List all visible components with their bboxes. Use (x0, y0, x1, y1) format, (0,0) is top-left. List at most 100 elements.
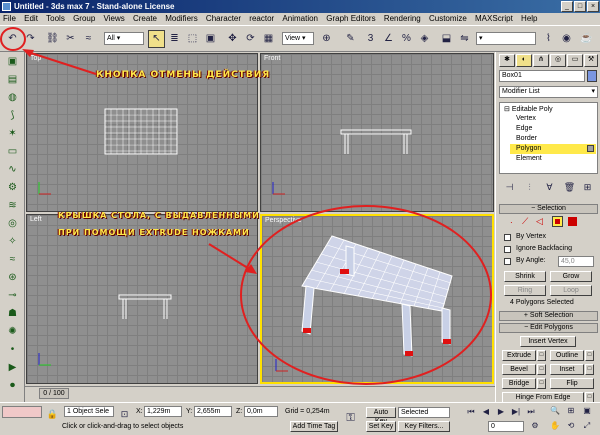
spinner-snap-icon[interactable]: ◈ (416, 30, 433, 48)
extrude-settings-icon[interactable]: □ (537, 350, 546, 361)
mirror-icon[interactable]: ⇋ (456, 30, 473, 48)
stack-item-vertex[interactable]: Vertex (516, 115, 536, 122)
water-icon[interactable]: ≈ (4, 252, 21, 268)
modifier-list-dropdown[interactable]: Modifier List ▾ (499, 86, 598, 98)
outline-button[interactable]: Outline (550, 350, 584, 361)
key-filters-button[interactable]: Key Filters... (398, 421, 450, 432)
zoom-extents-icon[interactable]: ▣ (580, 405, 594, 417)
object-name-field[interactable]: Box01 (499, 70, 585, 82)
by-angle-spinner[interactable]: 45,0 (558, 256, 594, 267)
zoom-icon[interactable]: 🔍 (548, 405, 562, 417)
wind-icon[interactable]: ≋ (4, 198, 21, 214)
modify-tab-icon[interactable]: ◐ (516, 54, 532, 67)
soft-body-icon[interactable]: ◍ (4, 90, 21, 106)
inset-button[interactable]: Inset (550, 364, 584, 375)
display-tab-icon[interactable]: ▭ (567, 54, 583, 67)
next-frame-icon[interactable]: ▶| (509, 406, 523, 418)
menu-help[interactable]: Help (518, 13, 540, 25)
pin-stack-icon[interactable]: ⊣ (501, 178, 518, 192)
create-animation-icon[interactable]: ⏺ (4, 378, 21, 394)
time-slider[interactable]: 0 / 100 (25, 386, 495, 400)
flip-button[interactable]: Flip (550, 378, 594, 389)
rotate-icon[interactable]: ⟳ (242, 30, 259, 48)
reference-coord-dropdown[interactable]: View ▾ (282, 32, 314, 45)
create-tab-icon[interactable]: ✱ (499, 54, 515, 67)
preview-icon[interactable]: ▶ (4, 360, 21, 376)
selection-filter-dropdown[interactable]: All ▾ (104, 32, 144, 45)
absolute-mode-icon[interactable]: ⊡ (116, 405, 133, 419)
by-angle-checkbox[interactable] (504, 258, 511, 265)
stack-item-edge[interactable]: Edge (516, 125, 532, 132)
menu-rendering[interactable]: Rendering (381, 13, 424, 25)
select-by-name-icon[interactable]: ≣ (166, 30, 183, 48)
fan-icon[interactable]: ✺ (4, 324, 21, 340)
show-end-result-icon[interactable]: ⫶ (521, 178, 538, 192)
add-time-tag-button[interactable]: Add Time Tag (290, 421, 338, 432)
shrink-button[interactable]: Shrink (504, 271, 546, 282)
toy-car-icon[interactable]: ◎ (4, 216, 21, 232)
utilities-tab-icon[interactable]: ⚒ (584, 54, 598, 67)
rope-collection-icon[interactable]: ⟆ (4, 108, 21, 124)
current-frame-field[interactable]: 0 (488, 421, 524, 432)
remove-modifier-icon[interactable]: 🗑 (561, 178, 578, 192)
x-coord-field[interactable]: 1,229m (144, 406, 182, 417)
constraint-icon[interactable]: ⚙ (4, 180, 21, 196)
go-to-start-icon[interactable]: ⏮ (464, 406, 478, 418)
close-button[interactable]: × (587, 1, 599, 12)
selection-lock-icon[interactable]: 🔒 (44, 405, 61, 419)
bridge-button[interactable]: Bridge (502, 378, 536, 389)
menu-create[interactable]: Create (130, 13, 160, 25)
loop-button[interactable]: Loop (550, 285, 592, 296)
angle-snap-icon[interactable]: ∠ (380, 30, 397, 48)
curve-editor-icon[interactable]: ⌇ (540, 30, 557, 48)
rect-selection-icon[interactable]: ⬚ (184, 30, 201, 48)
go-to-end-icon[interactable]: ⏭ (524, 406, 538, 418)
by-vertex-checkbox[interactable] (504, 234, 511, 241)
maximize-button[interactable]: □ (574, 1, 586, 12)
menu-edit[interactable]: Edit (21, 13, 41, 25)
motor-icon[interactable]: ⊛ (4, 270, 21, 286)
snap-3d-icon[interactable]: 3 (362, 30, 379, 48)
menu-graph-editors[interactable]: Graph Editors (323, 13, 378, 25)
named-selection-sets-dropdown[interactable]: ▾ (476, 32, 536, 45)
select-object-icon[interactable]: ↖ (148, 30, 165, 48)
element-icon[interactable] (568, 217, 577, 226)
key-mode-dropdown[interactable]: Selected (398, 407, 450, 418)
minimize-button[interactable]: _ (561, 1, 573, 12)
soft-selection-rollout-header[interactable]: + Soft Selection (499, 311, 598, 321)
arc-rotate-icon[interactable]: ⟲ (564, 420, 578, 432)
named-selection-icon[interactable]: ⬓ (438, 30, 455, 48)
menu-group[interactable]: Group (70, 13, 98, 25)
pan-icon[interactable]: ✋ (548, 420, 562, 432)
hinge-icon[interactable]: ⊸ (4, 288, 21, 304)
ring-button[interactable]: Ring (504, 285, 546, 296)
fracture-icon[interactable]: ✧ (4, 234, 21, 250)
make-unique-icon[interactable]: ∀ (541, 178, 558, 192)
extrude-button[interactable]: Extrude (502, 350, 536, 361)
percent-snap-icon[interactable]: % (398, 30, 415, 48)
key-icon[interactable]: ⚿ (342, 409, 359, 424)
select-manipulate-icon[interactable]: ✎ (342, 30, 359, 48)
plane-icon[interactable]: ▭ (4, 144, 21, 160)
y-coord-field[interactable]: 2,655m (194, 406, 232, 417)
object-color-swatch[interactable] (587, 70, 597, 82)
polygon-icon[interactable] (552, 216, 563, 227)
deforming-mesh-icon[interactable]: ✶ (4, 126, 21, 142)
edit-polygons-rollout-header[interactable]: − Edit Polygons (499, 323, 598, 333)
grow-button[interactable]: Grow (550, 271, 592, 282)
viewport-front[interactable]: Front (260, 53, 494, 212)
vertex-icon[interactable]: ∙ (510, 217, 513, 227)
menu-tools[interactable]: Tools (43, 13, 68, 25)
menu-character[interactable]: Character (203, 13, 244, 25)
move-icon[interactable]: ✥ (224, 30, 241, 48)
window-crossing-icon[interactable]: ▣ (202, 30, 219, 48)
material-editor-icon[interactable]: ◉ (558, 30, 575, 48)
time-slider-thumb[interactable]: 0 / 100 (39, 388, 69, 399)
inset-settings-icon[interactable]: □ (585, 364, 594, 375)
bridge-settings-icon[interactable]: □ (537, 378, 546, 389)
scale-icon[interactable]: ▦ (260, 30, 277, 48)
insert-vertex-button[interactable]: Insert Vertex (520, 336, 576, 347)
menu-maxscript[interactable]: MAXScript (472, 13, 516, 25)
time-configuration-icon[interactable]: ⚙ (528, 420, 542, 432)
zoom-all-icon[interactable]: ⊞ (564, 405, 578, 417)
